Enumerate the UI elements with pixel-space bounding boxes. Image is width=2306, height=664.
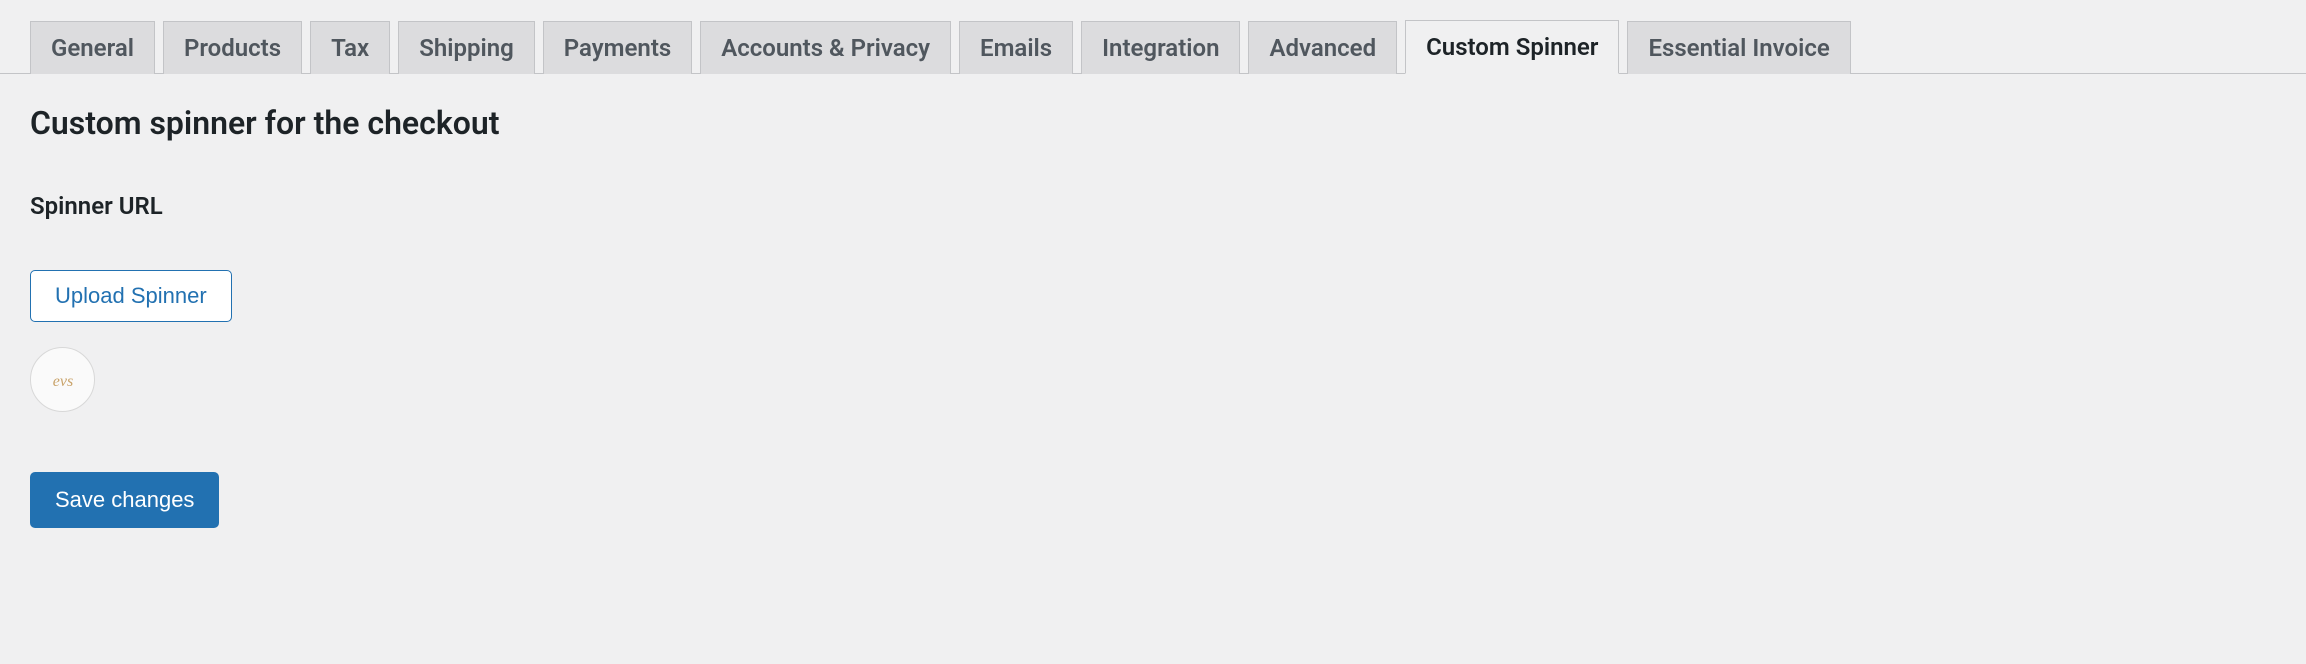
page-title: Custom spinner for the checkout	[30, 104, 2276, 142]
save-changes-button[interactable]: Save changes	[30, 472, 219, 528]
tab-payments[interactable]: Payments	[543, 21, 692, 74]
spinner-preview-icon: evs	[43, 360, 83, 400]
tab-accounts-privacy[interactable]: Accounts & Privacy	[700, 21, 951, 74]
tab-general[interactable]: General	[30, 21, 155, 74]
svg-text:evs: evs	[52, 373, 72, 390]
settings-tabs: General Products Tax Shipping Payments A…	[0, 0, 2306, 74]
tab-tax[interactable]: Tax	[310, 21, 390, 74]
tab-integration[interactable]: Integration	[1081, 21, 1240, 74]
tab-shipping[interactable]: Shipping	[398, 21, 535, 74]
tab-emails[interactable]: Emails	[959, 21, 1073, 74]
tab-custom-spinner[interactable]: Custom Spinner	[1405, 20, 1619, 74]
tab-products[interactable]: Products	[163, 21, 302, 74]
upload-spinner-button[interactable]: Upload Spinner	[30, 270, 232, 322]
spinner-url-label: Spinner URL	[30, 192, 2276, 220]
tab-advanced[interactable]: Advanced	[1248, 21, 1397, 74]
tab-essential-invoice[interactable]: Essential Invoice	[1627, 21, 1850, 74]
settings-content: Custom spinner for the checkout Spinner …	[0, 74, 2306, 558]
spinner-preview-thumb: evs	[30, 347, 95, 412]
